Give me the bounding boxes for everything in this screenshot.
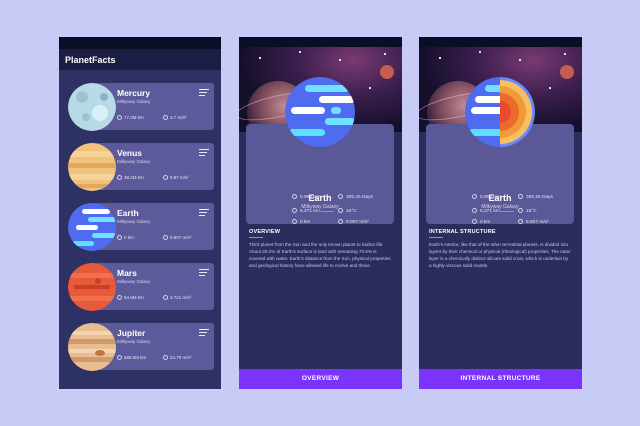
gravity-icon [518,219,523,224]
gravity-stat: 3.7 m/s² [163,115,186,120]
year-stat: 365.25 Days [338,194,373,200]
section-text: Third planet from the Sun and the only k… [249,242,391,268]
distance-icon [117,175,122,180]
planet-galaxy: Milkyway Galaxy [117,159,151,164]
overview-button[interactable]: OVERVIEW [239,369,402,389]
menu-lines-icon[interactable] [199,209,209,218]
clock-icon [292,194,297,199]
planet-galaxy: Milkyway Galaxy [117,219,151,224]
calendar-icon [338,194,343,199]
gravity-stat: 9.007 m/s² [338,219,369,225]
earth-planet-image [68,203,116,251]
planet-name: Jupiter [117,328,146,338]
clock-icon [472,194,477,199]
temperature-stat: 16°C [338,208,357,214]
gravity-stat: 9.807 m/s² [163,235,191,240]
gravity-icon [163,175,168,180]
distance-icon [117,235,122,240]
planet-list-screen: PlanetFacts Mercury Milkyway Galaxy 77.2… [59,37,221,389]
gravity-stat: 3.721 m/s² [163,295,191,300]
divider [249,237,263,238]
temperature-stat: 16°C [518,208,537,214]
distance-icon [472,219,477,224]
planet-name: Earth [117,208,139,218]
earth-cross-section-image [465,77,535,147]
distance-stat: 588.5M km [117,355,146,360]
status-bar [59,37,221,49]
app-header: PlanetFacts [59,49,221,70]
gravity-stat: 9.807 m/s² [518,219,549,225]
planet-galaxy: Milkyway Galaxy [481,204,519,210]
radius-icon [292,208,297,213]
menu-lines-icon[interactable] [199,149,209,158]
status-bar [239,37,402,47]
section-text: Earth's interior, like that of the other… [429,242,571,268]
distance-icon [117,355,122,360]
gravity-icon [163,355,168,360]
internal-structure-button[interactable]: INTERNAL STRUCTURE [419,369,582,389]
mars-planet-image [68,263,116,311]
planet-galaxy: Milkyway Galaxy [117,339,151,344]
distance-stat: 38.2M km [117,175,144,180]
planet-name: Mars [117,268,137,278]
menu-lines-icon[interactable] [199,329,209,338]
gravity-icon [163,295,168,300]
radius-stat: 6,371 km [472,208,500,214]
venus-planet-image [68,143,116,191]
planet-name: Mercury [117,88,151,98]
distance-icon [117,115,122,120]
jupiter-planet-image [68,323,116,371]
orbit-stat: 0.99 Days [292,194,322,200]
divider [500,211,514,212]
section-title: INTERNAL STRUCTURE [429,229,496,235]
distance-stat: 0 km [292,219,310,225]
status-bar [419,37,582,47]
planet-name: Venus [117,148,143,158]
distance-stat: 77.2M km [117,115,144,120]
thermometer-icon [338,208,343,213]
distance-icon [292,219,297,224]
divider [320,211,334,212]
planet-galaxy: Milkyway Galaxy [117,279,151,284]
divider [429,237,443,238]
menu-lines-icon[interactable] [199,269,209,278]
calendar-icon [518,194,523,199]
menu-lines-icon[interactable] [199,89,209,98]
orbit-stat: 0.99 Days [472,194,502,200]
earth-planet-image [285,77,355,147]
distance-stat: 0 km [472,219,490,225]
mercury-planet-image [68,83,116,131]
gravity-icon [338,219,343,224]
planet-galaxy: Milkyway Galaxy [301,204,339,210]
radius-icon [472,208,477,213]
radius-stat: 6,371 km [292,208,320,214]
gravity-icon [163,115,168,120]
gravity-stat: 8.87 m/s² [163,175,189,180]
section-title: OVERVIEW [249,229,281,235]
distance-stat: 0 km [117,235,134,240]
gravity-icon [163,235,168,240]
planet-galaxy: Milkyway Galaxy [117,99,151,104]
planet-overview-screen: Earth Milkyway Galaxy 0 km 9.007 m/s² 0.… [239,37,402,389]
distance-icon [117,295,122,300]
app-title: PlanetFacts [65,55,116,65]
year-stat: 365.25 Days [518,194,553,200]
gravity-stat: 24.79 m/s² [163,355,191,360]
planet-structure-screen: Earth Milkyway Galaxy 0 km 9.807 m/s² 0.… [419,37,582,389]
thermometer-icon [518,208,523,213]
distance-stat: 54.6M km [117,295,144,300]
